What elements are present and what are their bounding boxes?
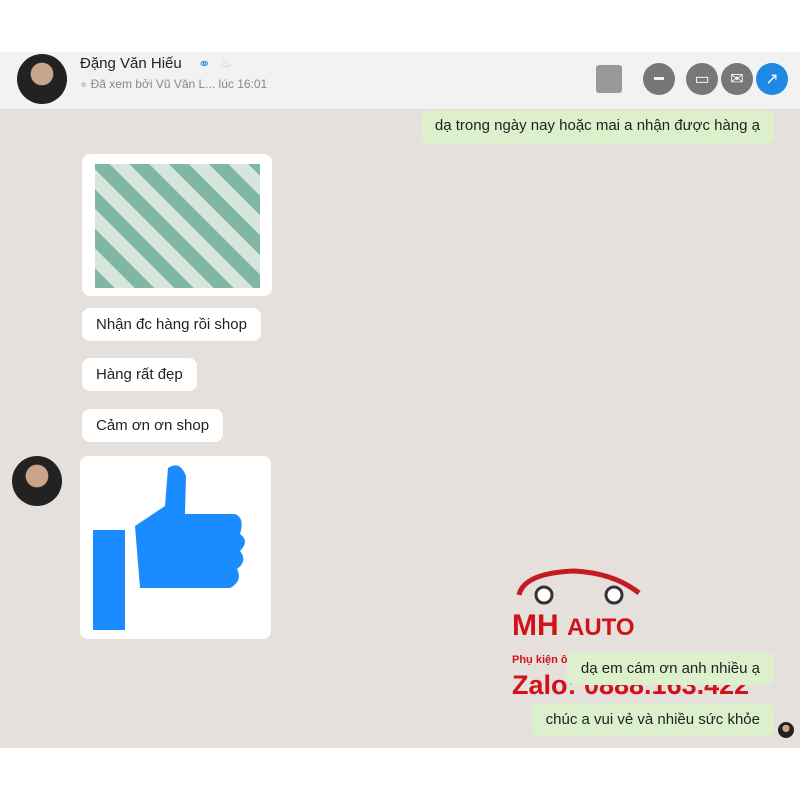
- seen-status: ● Đã xem bởi Vũ Văn L... lúc 16:01: [80, 77, 268, 91]
- sender-avatar[interactable]: [12, 456, 62, 506]
- inbox-icon[interactable]: ▭: [686, 63, 718, 95]
- avatar[interactable]: [17, 54, 67, 104]
- message-bubble: Hàng rất đẹp: [82, 358, 197, 391]
- message-bubble: Cảm ơn ơn shop: [82, 409, 224, 442]
- thumbs-up-icon: [93, 465, 245, 630]
- message-bubble: chúc a vui vẻ và nhiều sức khỏe: [531, 703, 774, 736]
- contact-card-icon[interactable]: [596, 65, 622, 93]
- open-external-icon[interactable]: ↗: [756, 63, 788, 95]
- link-icon: ⚭: [198, 56, 211, 73]
- message-bubble: Nhận đc hàng rồi shop: [82, 308, 261, 341]
- message-bubble: dạ em cám ơn anh nhiều ạ: [566, 652, 774, 685]
- car-logo: [516, 568, 641, 605]
- like-sticker: [80, 456, 271, 639]
- birthday-icon: ♨: [220, 55, 232, 70]
- photo-thumbnail: [95, 164, 260, 288]
- minus-icon[interactable]: ━: [643, 63, 675, 95]
- message-bubble: dạ trong ngày nay hoặc mai a nhận được h…: [420, 110, 774, 144]
- chat-header: Đặng Văn Hiếu ⚭ ♨ ● Đã xem bởi Vũ Văn L.…: [0, 52, 800, 110]
- read-receipt-avatar: [778, 722, 794, 738]
- mail-icon[interactable]: ✉: [721, 63, 753, 95]
- contact-name[interactable]: Đặng Văn Hiếu: [80, 55, 182, 72]
- message-list[interactable]: dạ trong ngày nay hoặc mai a nhận được h…: [0, 110, 800, 748]
- image-message[interactable]: [82, 154, 272, 296]
- person-icon: ●: [80, 77, 88, 91]
